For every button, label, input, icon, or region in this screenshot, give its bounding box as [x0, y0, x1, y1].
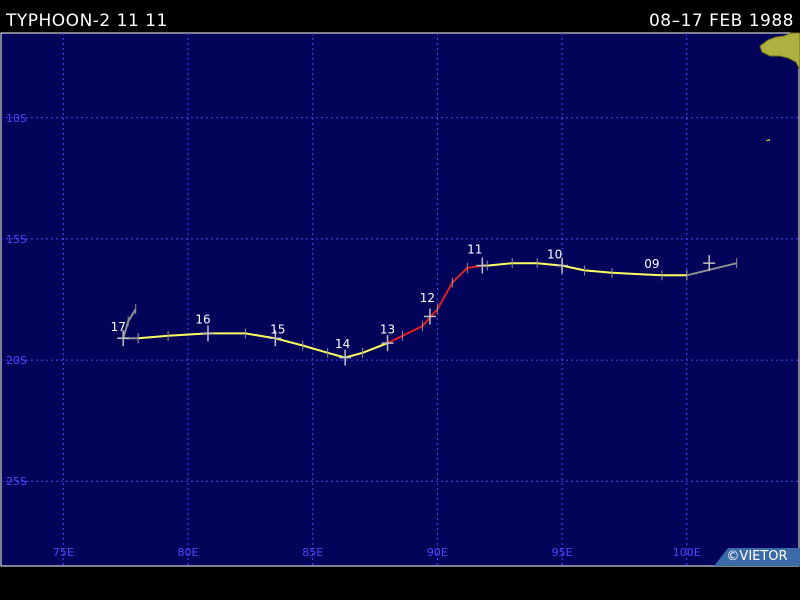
satellite-map-view: 75E 80E 85E 90E 95E 100E 10S 15S 20S 25S 09 10 11 12…: [0, 0, 800, 600]
day-label: 14: [335, 337, 350, 351]
day-label: 16: [195, 313, 210, 327]
longitude-label: 85E: [302, 546, 323, 559]
date-range: 08–17 FEB 1988: [648, 11, 794, 31]
day-label: 13: [380, 322, 395, 336]
longitude-label: 95E: [552, 546, 573, 559]
longitude-label: 80E: [178, 546, 199, 559]
latitude-label: 10S: [6, 112, 27, 125]
longitude-label: 90E: [427, 546, 448, 559]
longitude-label: 75E: [53, 546, 74, 559]
day-label: 15: [270, 322, 285, 336]
storm-title: TYPHOON-2 11 11: [6, 11, 168, 31]
latitude-label: 15S: [6, 233, 27, 246]
credit-badge: ©VIETOR: [714, 548, 800, 566]
day-label: 17: [111, 320, 126, 334]
day-label: 12: [420, 291, 435, 305]
day-label: 09: [644, 257, 659, 271]
ocean-background: [0, 32, 800, 567]
track-map: 75E 80E 85E 90E 95E 100E 10S 15S 20S 25S 09 10 11 12…: [0, 32, 800, 567]
latitude-label: 20S: [6, 354, 27, 367]
day-label: 11: [467, 242, 482, 256]
longitude-label: 100E: [673, 546, 701, 559]
day-label: 10: [547, 247, 562, 261]
latitude-label: 25S: [6, 475, 27, 488]
